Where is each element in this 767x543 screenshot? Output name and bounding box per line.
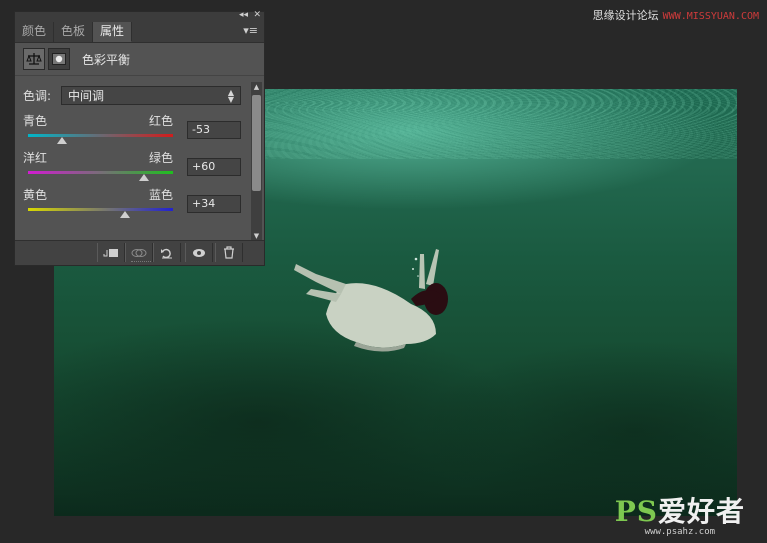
panel-menu-icon[interactable]: ▾≡ [243,24,258,37]
slider-left-label: 洋红 [23,151,48,165]
close-icon[interactable]: ✕ [253,10,261,20]
slider-right-label: 绿色 [148,151,173,165]
slider-value-field[interactable]: -53 [187,121,241,139]
watermark-url: WWW.MISSYUAN.COM [662,11,759,22]
resize-grip[interactable] [131,261,151,265]
logo-url: www.psahz.com [644,527,716,537]
watermark: 思缘设计论坛 WWW.MISSYUAN.COM [593,7,759,23]
scroll-up-icon[interactable]: ▲ [251,82,262,92]
slider-thumb[interactable] [120,211,131,218]
logo-ps: PS [614,495,658,528]
panel-scrollbar[interactable]: ▲ ▼ [251,82,262,241]
tone-select-value: 中间调 [68,89,105,103]
reset-icon [161,248,172,258]
slider-track[interactable] [28,134,173,137]
logo-text: 爱好者 [657,495,745,528]
trash-icon [224,246,234,259]
scroll-thumb[interactable] [252,95,261,191]
tone-row: 色调: 中间调 ▲ ▼ [23,86,241,105]
panel-footer [15,240,264,265]
slider-value-field[interactable]: +34 [187,195,241,213]
tone-label: 色调: [23,89,52,103]
slider-magenta-green: 洋红 绿色 +60 [23,149,251,181]
slider-thumb[interactable] [139,174,149,181]
slider-track[interactable] [28,171,173,174]
slider-yellow-blue: 黄色 蓝色 +34 [23,186,251,218]
adjustment-header: 色彩平衡 [15,43,264,76]
collapse-icon[interactable]: ◂◂ [239,10,248,20]
reset-button[interactable] [153,243,181,262]
slider-left-label: 青色 [23,114,48,128]
slider-right-label: 红色 [148,114,173,128]
psahz-logo: PS爱好者 www.psahz.com [614,495,745,538]
panel-titlebar[interactable]: ◂◂ ✕ [15,10,264,22]
color-balance-icon[interactable] [23,48,45,70]
panel-content: 色调: 中间调 ▲ ▼ 青色 红色 -53 洋红 绿色 +60 黄色 蓝色 +3… [15,76,264,239]
eye-previous-icon [131,248,147,257]
tab-color[interactable]: 颜色 [15,22,55,42]
panel-tabs: 颜色 色板 属性 ▾≡ [15,22,264,43]
view-previous-button[interactable] [125,243,153,262]
properties-panel[interactable]: ◂◂ ✕ 颜色 色板 属性 ▾≡ 色彩平衡 色调: 中间调 ▲▼ 青色 红色 [14,10,265,266]
clip-icon [103,248,118,257]
eye-icon [193,248,205,257]
delete-button[interactable] [215,243,243,262]
slider-left-label: 黄色 [23,188,48,202]
slider-thumb[interactable] [57,137,68,144]
tab-properties[interactable]: 属性 [93,22,133,42]
slider-cyan-red: 青色 红色 -53 [23,112,251,144]
adjustment-title: 色彩平衡 [82,52,131,67]
slider-right-label: 蓝色 [148,188,173,202]
slider-track[interactable] [28,208,173,211]
watermark-text: 思缘设计论坛 [592,9,659,22]
slider-value-field[interactable]: +60 [187,158,241,176]
underwater-figure [294,249,448,352]
select-arrows-icon: ▲ ▼ [227,87,234,104]
layer-mask-icon[interactable] [48,48,70,70]
tone-select[interactable]: 中间调 ▲ ▼ [61,86,241,105]
visibility-button[interactable] [185,243,213,262]
tab-swatches[interactable]: 色板 [54,22,94,42]
clip-to-layer-button[interactable] [97,243,125,262]
